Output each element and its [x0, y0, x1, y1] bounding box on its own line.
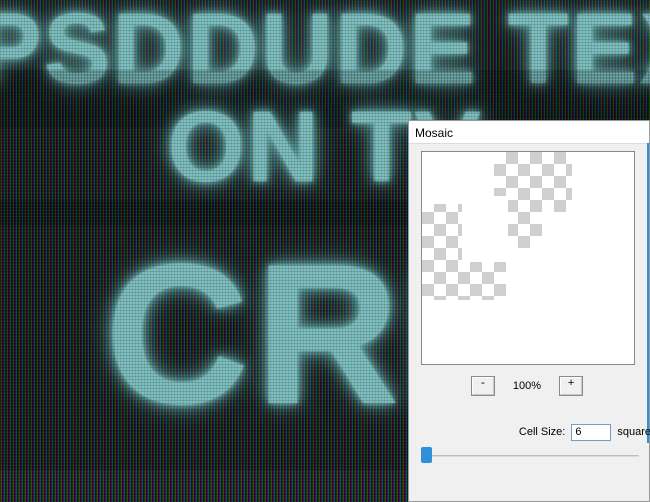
- minus-icon: -: [480, 378, 487, 390]
- cell-size-row: Cell Size: square: [421, 421, 650, 443]
- zoom-value: 100%: [513, 380, 541, 392]
- zoom-out-button[interactable]: -: [471, 376, 495, 396]
- filter-preview[interactable]: [421, 151, 635, 365]
- mosaic-dialog: Mosaic - 100% + Cell Size: square: [408, 120, 650, 502]
- cell-size-unit: square: [617, 426, 650, 438]
- cell-size-slider[interactable]: [421, 447, 639, 467]
- preview-content: [422, 152, 634, 364]
- slider-thumb[interactable]: [421, 447, 432, 463]
- dialog-title: Mosaic: [409, 121, 649, 144]
- zoom-in-button[interactable]: +: [559, 376, 583, 396]
- dialog-accent-edge: [647, 143, 649, 443]
- plus-icon: +: [568, 378, 575, 390]
- zoom-controls: - 100% +: [421, 373, 633, 399]
- cell-size-label: Cell Size:: [519, 426, 565, 438]
- slider-track: [421, 455, 639, 457]
- cell-size-input[interactable]: [571, 424, 611, 441]
